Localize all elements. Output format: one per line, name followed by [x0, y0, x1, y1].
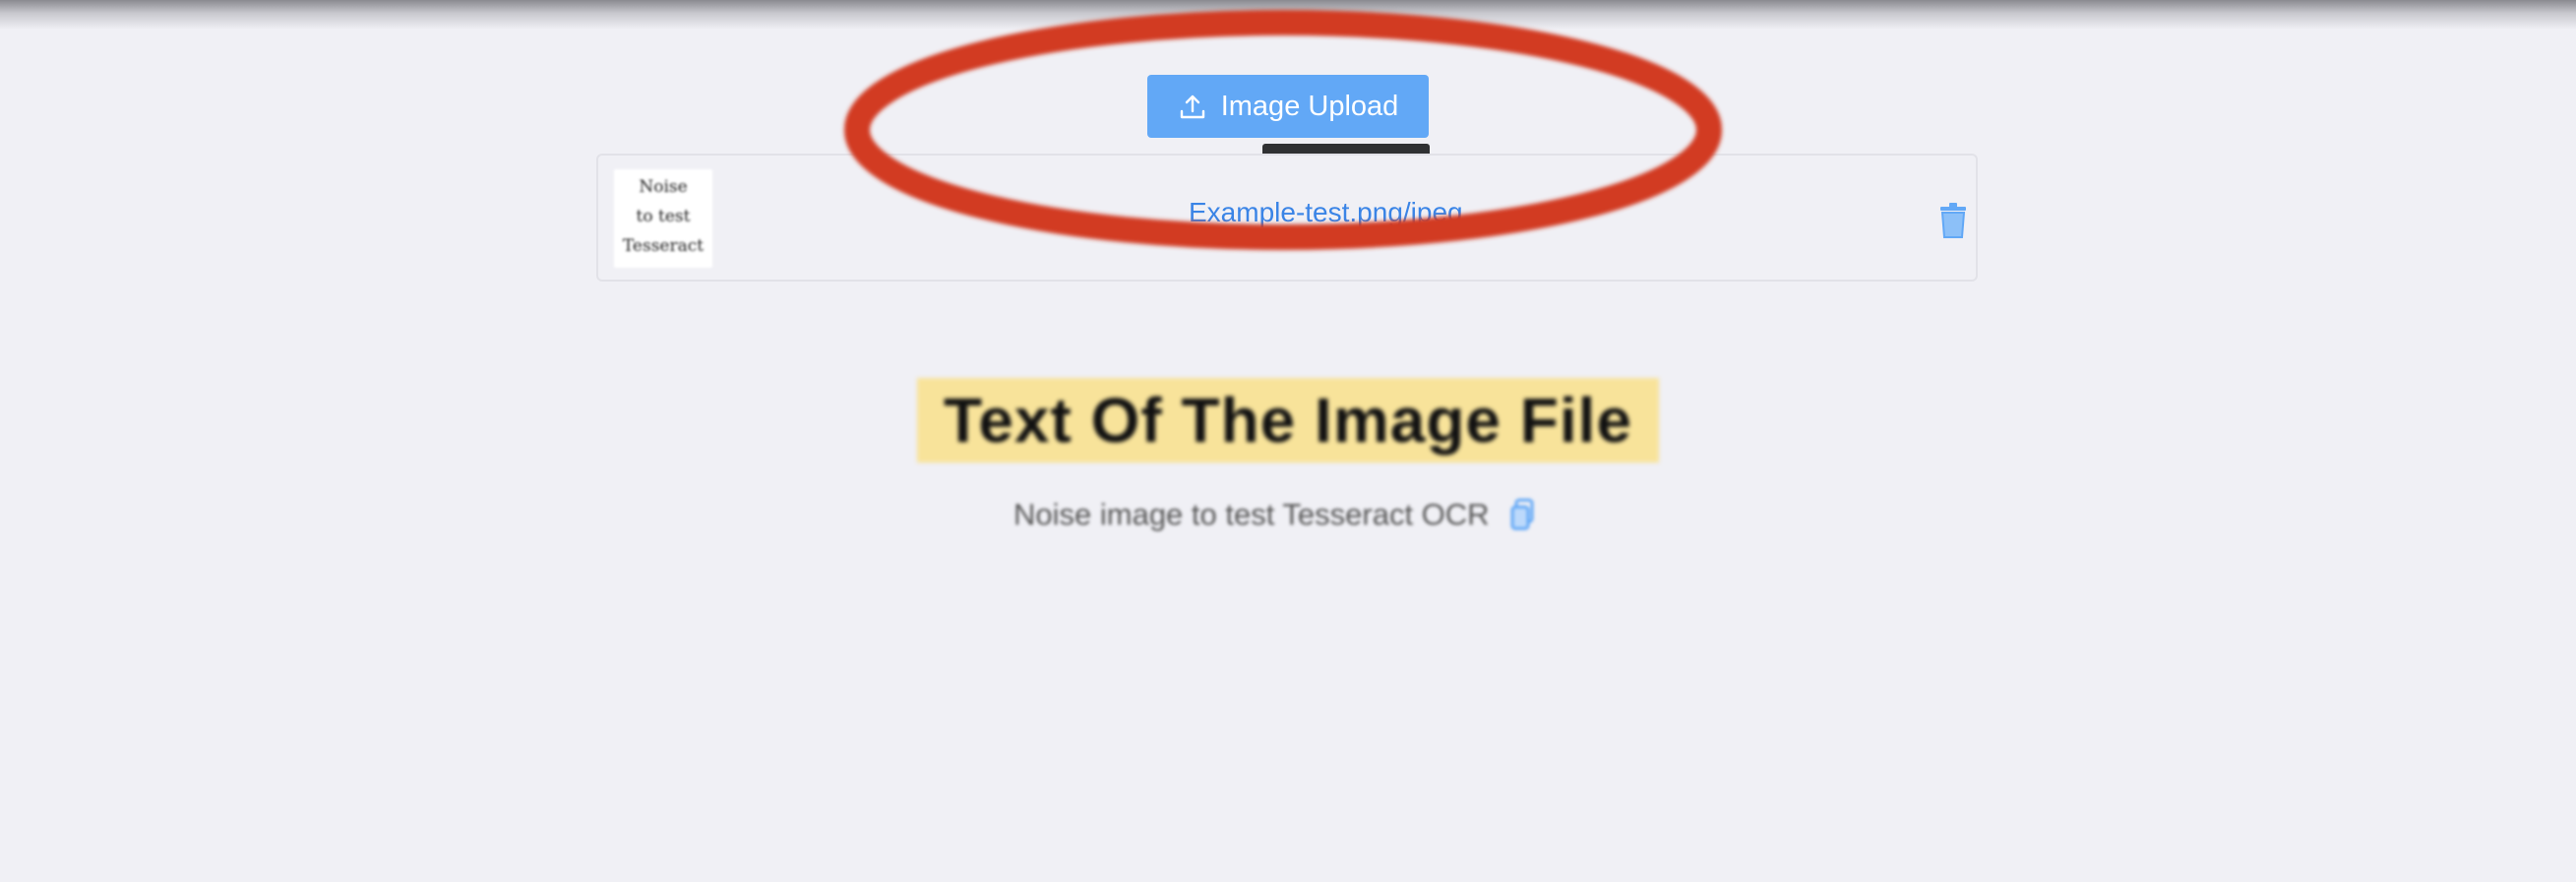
thumbnail-line: Noise — [639, 177, 688, 197]
thumbnail-line: Tesseract — [622, 236, 705, 256]
trash-icon[interactable] — [1938, 203, 1968, 238]
upload-icon — [1180, 94, 1204, 119]
result-text-row: Noise image to test Tesseract OCR — [1013, 490, 1537, 539]
result-title-highlight: Text Of The Image File — [917, 378, 1659, 463]
file-name-link[interactable]: Example-test.png/jpeg — [1189, 197, 1463, 228]
uploaded-file-card: Noise to test Tesseract Example-test.png… — [596, 154, 1978, 282]
result-title: Text Of The Image File — [943, 385, 1633, 456]
copy-icon[interactable] — [1509, 498, 1537, 532]
ocr-result-text: Noise image to test Tesseract OCR — [1013, 497, 1490, 532]
file-thumbnail: Noise to test Tesseract — [614, 169, 712, 268]
upload-button-label: Image Upload — [1220, 90, 1399, 122]
thumbnail-line: to test — [636, 207, 691, 226]
browser-top-shadow — [0, 0, 2576, 30]
image-upload-button[interactable]: Image Upload — [1147, 75, 1429, 138]
